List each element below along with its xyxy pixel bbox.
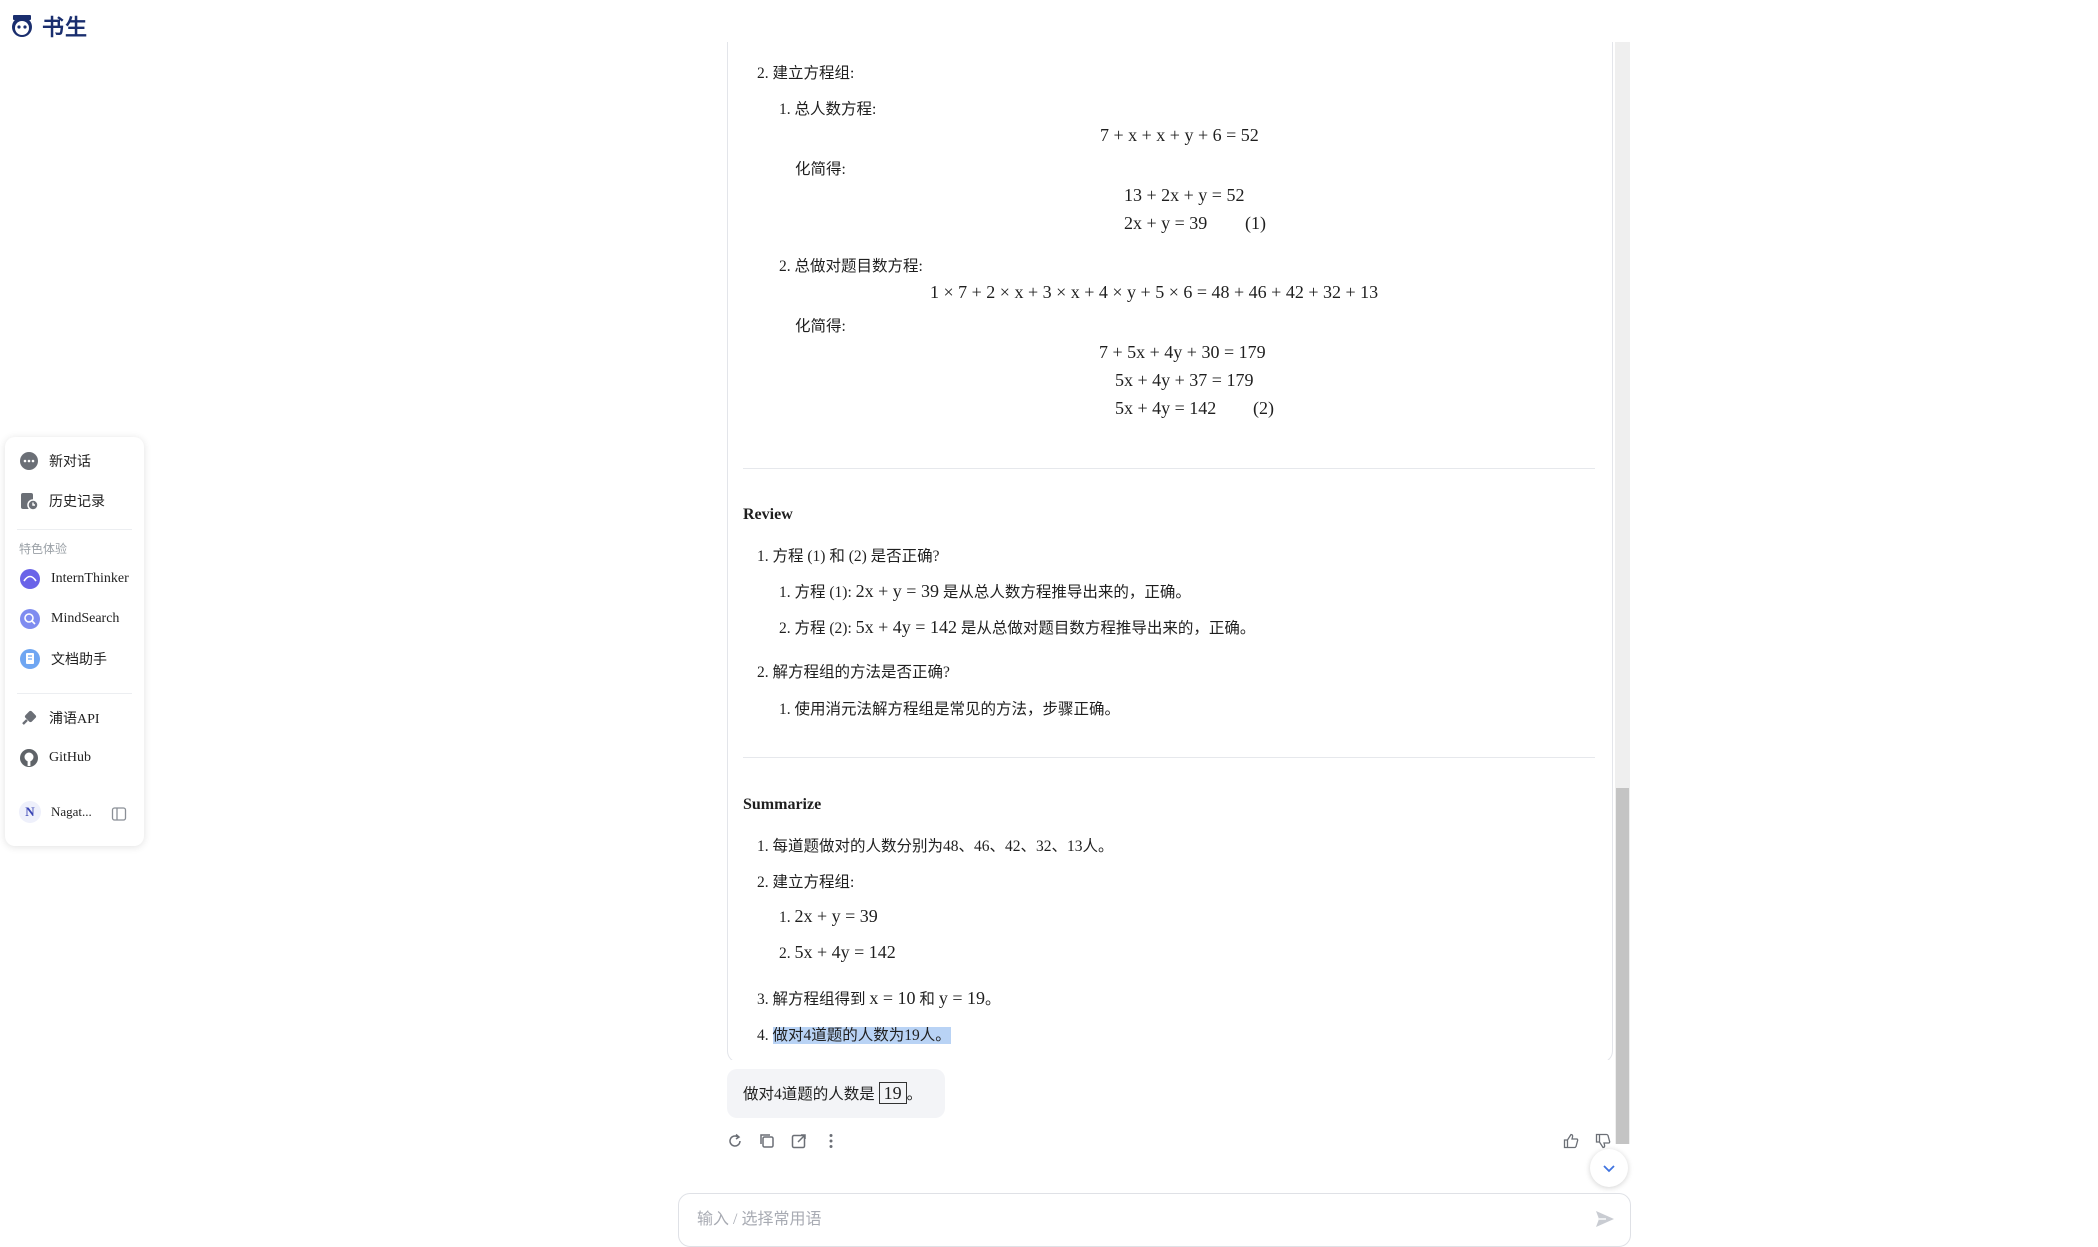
- history-icon: [21, 493, 39, 511]
- eq1-simplified-1: 13 + 2x + y = 52: [1124, 185, 1245, 205]
- document-icon: [20, 649, 40, 669]
- share-icon[interactable]: [790, 1132, 808, 1150]
- review-answer-2: 2. 方程 (2): 5x + 4y = 142 是从总做对题目数方程推导出来的…: [779, 617, 1256, 637]
- sidebar-item-label: GitHub: [49, 750, 91, 765]
- boxed-answer: 19: [878, 1082, 907, 1104]
- avatar: N: [19, 801, 41, 823]
- logo-text: 书生: [42, 16, 89, 41]
- history-label: 历史记录: [49, 495, 105, 510]
- eq2-tag: (2): [1253, 398, 1274, 418]
- summary-item-3: 3. 解方程组得到 x = 10 和 y = 19。: [757, 988, 1001, 1008]
- summary-item-1: 1. 每道题做对的人数分别为48、46、42、32、13人。: [757, 838, 1114, 855]
- mindsearch-icon: [20, 609, 40, 629]
- summary-equation-2: 2. 5x + 4y = 142: [779, 942, 896, 962]
- summarize-heading: Summarize: [743, 796, 822, 813]
- more-options-icon[interactable]: [822, 1132, 840, 1150]
- copy-icon[interactable]: [758, 1132, 776, 1150]
- final-answer-bubble: 做对4道题的人数是 19。: [727, 1069, 945, 1118]
- plug-icon: [22, 710, 37, 725]
- review-question-1: 1. 方程 (1) 和 (2) 是否正确?: [757, 548, 940, 565]
- eq2-simplified-3: 5x + 4y = 142: [1115, 398, 1217, 418]
- eq1-simplified-2: 2x + y = 39: [1124, 213, 1208, 233]
- sidebar-item-doc-assistant[interactable]: 文档助手: [19, 648, 107, 670]
- new-chat-button[interactable]: 新对话: [19, 451, 91, 471]
- chat-bubble-icon: [20, 452, 38, 470]
- review-answer-3: 1. 使用消元法解方程组是常见的方法，步骤正确。: [779, 701, 1121, 718]
- summary-item-4: 4. 做对4道题的人数为19人。: [757, 1027, 951, 1044]
- selected-text: 做对4道题的人数为19人。: [772, 1027, 951, 1044]
- eq2-simplified-2: 5x + 4y + 37 = 179: [1115, 370, 1254, 390]
- chat-area: 2. 建立方程组: 1. 总人数方程: 7 + x + x + y + 6 = …: [727, 42, 1615, 1060]
- simplify-label: 化简得:: [795, 161, 846, 178]
- eq2-main: 1 × 7 + 2 × x + 3 × x + 4 × y + 5 × 6 = …: [930, 282, 1379, 302]
- user-name: Nagat...: [51, 804, 92, 819]
- sidebar-item-label: 文档助手: [51, 653, 107, 668]
- logo[interactable]: 书生: [8, 10, 88, 42]
- review-answer-1: 1. 方程 (1): 2x + y = 39 是从总人数方程推导出来的，正确。: [779, 581, 1191, 601]
- review-heading: Review: [743, 506, 793, 523]
- summary-equation-1: 1. 2x + y = 39: [779, 906, 878, 926]
- collapse-sidebar-icon[interactable]: [111, 806, 127, 822]
- section-divider: [743, 468, 1595, 469]
- sidebar: 新对话 历史记录 特色体验 InternThinker MindSearch 文…: [5, 437, 144, 846]
- scroll-to-bottom-button[interactable]: [1590, 1149, 1628, 1187]
- logo-icon: [12, 15, 32, 37]
- sidebar-item-label: 浦语API: [49, 712, 100, 727]
- sidebar-item-mindsearch[interactable]: MindSearch: [19, 608, 119, 630]
- thumbs-down-icon[interactable]: [1594, 1132, 1612, 1150]
- summary-item-2: 2. 建立方程组:: [757, 874, 855, 891]
- chat-input[interactable]: [695, 1194, 1559, 1246]
- scrollbar-thumb[interactable]: [1616, 788, 1629, 1144]
- review-question-2: 2. 解方程组的方法是否正确?: [757, 664, 950, 681]
- sidebar-item-label: MindSearch: [51, 611, 120, 626]
- user-profile[interactable]: N Nagat...: [19, 801, 92, 823]
- sidebar-divider: [17, 529, 132, 530]
- sidebar-item-internthinker[interactable]: InternThinker: [19, 568, 129, 590]
- internthinker-icon: [20, 569, 40, 589]
- eq1-title: 1. 总人数方程:: [779, 101, 877, 118]
- chevron-down-icon: [1603, 1165, 1615, 1173]
- sidebar-item-label: InternThinker: [51, 571, 129, 586]
- regenerate-icon[interactable]: [726, 1132, 744, 1150]
- thumbs-up-icon[interactable]: [1562, 1132, 1580, 1150]
- eq1-main: 7 + x + x + y + 6 = 52: [1100, 125, 1259, 145]
- section-divider: [743, 757, 1595, 758]
- simplify-label: 化简得:: [795, 318, 846, 335]
- step2-title: 2. 建立方程组:: [757, 65, 855, 82]
- final-answer-text: 做对4道题的人数是 19。: [743, 1082, 923, 1104]
- chat-input-box: [678, 1193, 1631, 1247]
- github-icon: [20, 749, 38, 767]
- history-button[interactable]: 历史记录: [19, 491, 105, 511]
- eq1-tag: (1): [1245, 213, 1266, 233]
- eq2-title: 2. 总做对题目数方程:: [779, 258, 923, 275]
- eq2-simplified-1: 7 + 5x + 4y + 30 = 179: [1099, 342, 1266, 362]
- sidebar-item-github[interactable]: GitHub: [19, 748, 91, 768]
- sidebar-divider: [17, 693, 132, 694]
- new-chat-label: 新对话: [49, 455, 91, 470]
- features-section-label: 特色体验: [19, 542, 68, 556]
- sidebar-item-puyu-api[interactable]: 浦语API: [19, 708, 100, 728]
- send-icon[interactable]: [1594, 1208, 1616, 1230]
